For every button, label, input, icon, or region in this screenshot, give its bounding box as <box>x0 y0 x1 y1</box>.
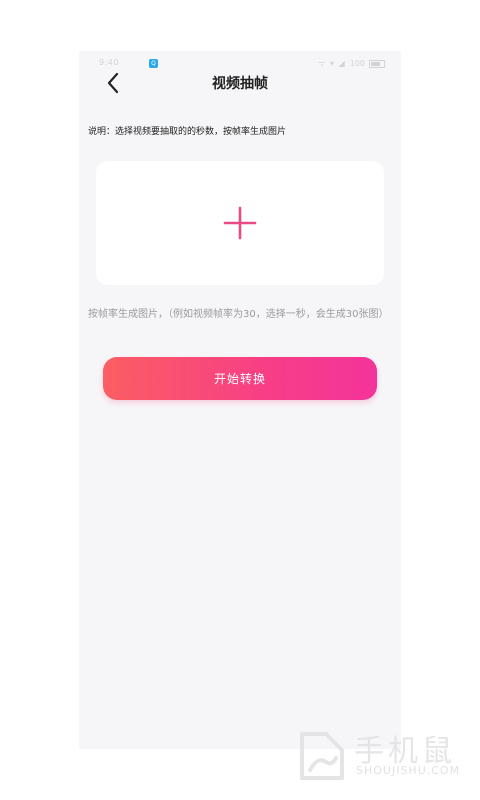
plus-icon <box>223 206 257 240</box>
status-indicators: ᯤ ▾ ◢ 100 <box>318 58 385 69</box>
watermark-url: SHOUJISHU.COM <box>356 764 461 777</box>
frame-rate-hint: 按帧率生成图片，（例如视频帧率为30，选择一秒，会生成30张图） <box>88 309 389 320</box>
start-convert-button[interactable]: 开始转换 <box>103 357 377 400</box>
app-screen: 9:40 Q ᯤ ▾ ◢ 100 视频抽帧 说明：选择视频要抽取的的秒数，按帧率… <box>79 51 401 749</box>
signal-icons: ᯤ ▾ ◢ <box>318 59 346 68</box>
notification-app-icon: Q <box>149 59 158 68</box>
status-bar: 9:40 Q ᯤ ▾ ◢ 100 <box>79 51 401 73</box>
status-time: 9:40 <box>99 58 119 67</box>
battery-level: 100 <box>349 59 365 68</box>
description-text: 说明：选择视频要抽取的的秒数，按帧率生成图片 <box>88 127 287 137</box>
battery-icon <box>369 59 385 68</box>
page-title: 视频抽帧 <box>212 76 268 92</box>
add-video-button[interactable] <box>96 161 384 285</box>
watermark: 手机鼠 SHOUJISHU.COM <box>296 726 466 786</box>
watermark-logo-icon <box>300 732 344 780</box>
